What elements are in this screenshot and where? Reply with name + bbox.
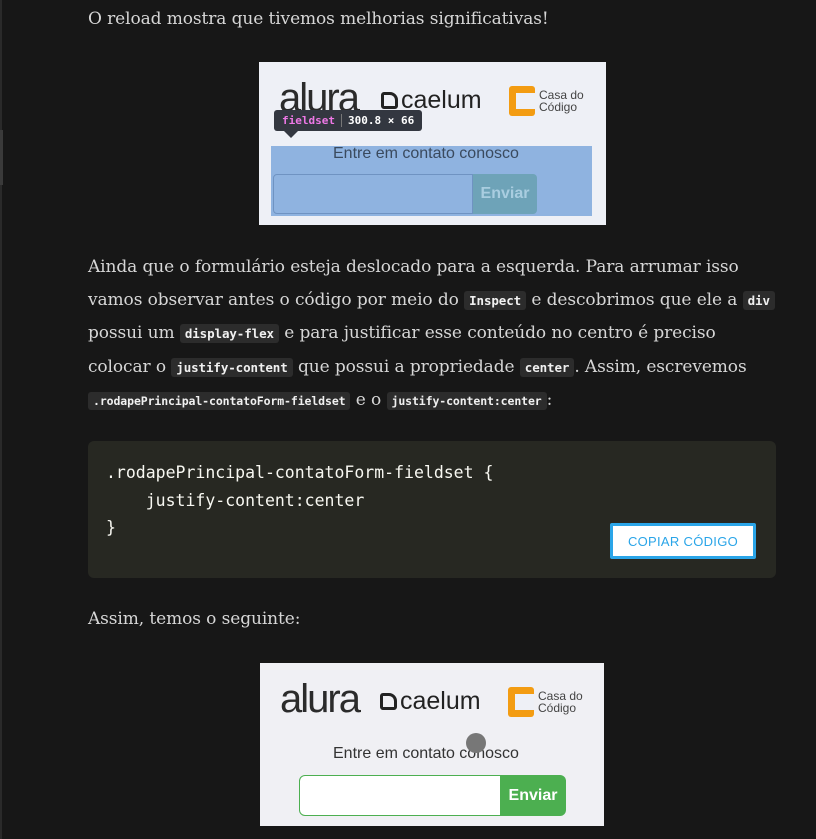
code-block: .rodapePrincipal-contatoForm-fieldset { …	[88, 441, 776, 578]
email-field[interactable]	[299, 775, 501, 816]
code-content[interactable]: .rodapePrincipal-contatoForm-fieldset { …	[106, 459, 493, 542]
code-justify-content: justify-content	[171, 357, 293, 377]
tooltip-tag: fieldset	[282, 114, 335, 127]
casa-do-codigo-text: Casa do Código	[538, 689, 583, 715]
send-button[interactable]: Enviar	[473, 174, 537, 214]
cursor-dot	[466, 733, 486, 753]
form-title: Entre em contato conosco	[333, 145, 519, 162]
casa-do-codigo-icon	[508, 687, 534, 717]
casa-do-codigo-logo: Casa do Código	[509, 86, 584, 116]
screenshot-after: alura caelum Casa do Código Entre em cont…	[260, 663, 604, 826]
code-selector: .rodapePrincipal-contatoForm-fieldset	[88, 392, 351, 410]
caelum-logo-text: caelum	[400, 687, 481, 715]
code-center: center	[519, 357, 575, 377]
screenshot-before: alura caelum Casa do Código Entre em cont…	[259, 62, 606, 225]
alura-logo: alura	[280, 677, 361, 721]
paragraph-reload: O reload mostra que tivemos melhorias si…	[88, 9, 549, 29]
casa-do-codigo-logo: Casa do Código	[508, 687, 583, 717]
logos: alura caelum Casa do Código	[260, 663, 604, 733]
code-inspect: Inspect	[464, 290, 527, 310]
paragraph-explanation: Ainda que o formulário esteja deslocado …	[88, 251, 778, 418]
sidebar-edge	[0, 0, 2, 839]
email-field[interactable]	[273, 174, 473, 214]
caelum-icon	[380, 693, 397, 710]
sidebar-handle	[0, 130, 3, 185]
code-div: div	[742, 290, 775, 310]
send-button[interactable]: Enviar	[500, 775, 566, 816]
copy-code-button[interactable]: COPIAR CÓDIGO	[610, 523, 756, 559]
tooltip-size: 300.8 × 66	[347, 114, 415, 127]
code-justify-center: justify-content:center	[386, 392, 547, 410]
paragraph-result: Assim, temos o seguinte:	[88, 609, 301, 629]
casa-do-codigo-text: Casa do Código	[539, 88, 584, 114]
caelum-icon	[381, 92, 398, 109]
tooltip-separator	[340, 114, 342, 127]
form-title: Entre em contato conosco	[333, 745, 519, 762]
caelum-logo: caelum	[380, 687, 481, 716]
code-display-flex: display-flex	[179, 324, 279, 343]
casa-do-codigo-icon	[509, 86, 535, 116]
devtools-tooltip: fieldset 300.8 × 66	[274, 110, 423, 138]
